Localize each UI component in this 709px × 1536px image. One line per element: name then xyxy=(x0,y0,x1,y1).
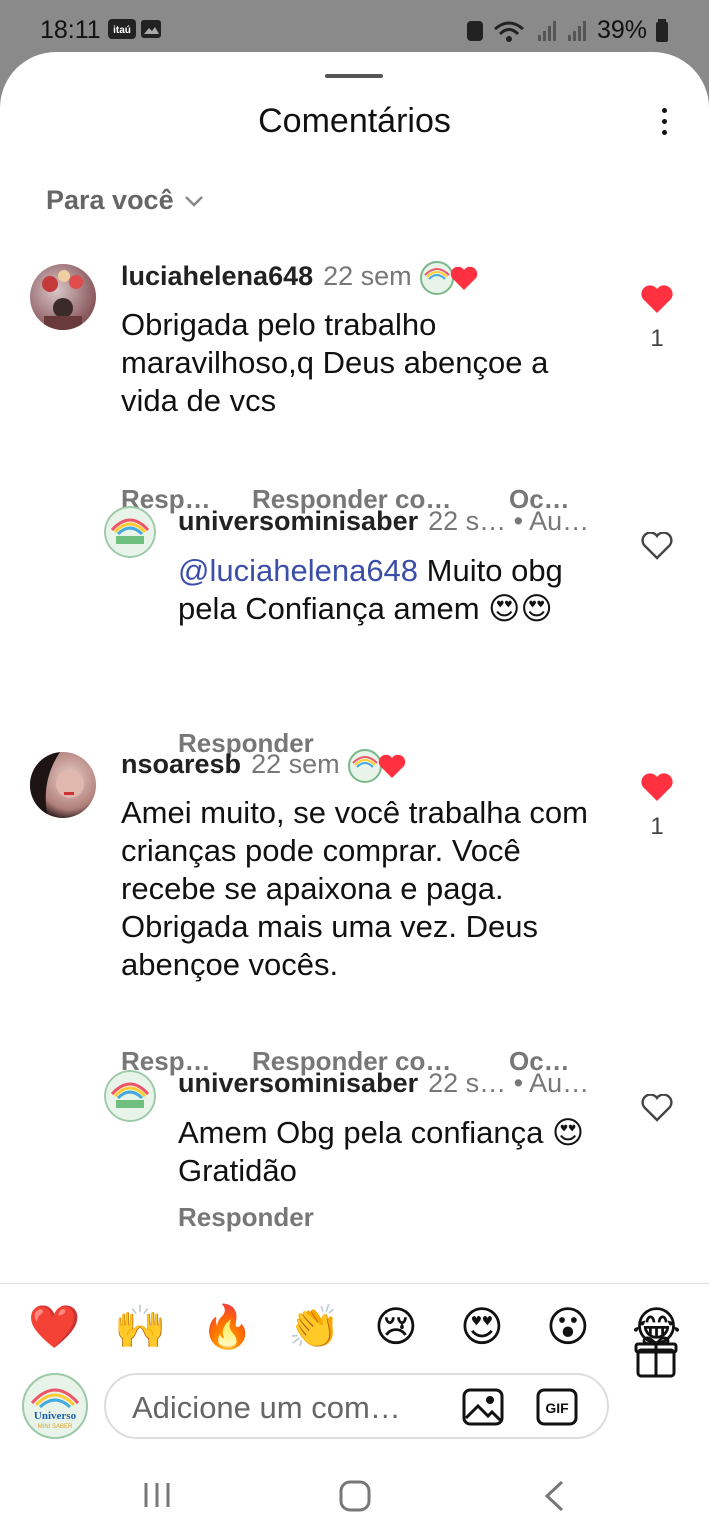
heart-filled-icon xyxy=(641,773,673,801)
comments-sheet: Comentários Para você luciahelena648 22 … xyxy=(0,52,709,1536)
like-count: 1 xyxy=(650,325,664,352)
composer-divider xyxy=(0,1283,709,1284)
comment-item: nsoaresb 22 sem Amei muito, se você trab… xyxy=(0,742,709,1076)
heart-filled-icon xyxy=(641,285,673,313)
sort-label: Para você xyxy=(46,185,174,215)
more-options-icon[interactable] xyxy=(656,106,672,138)
avatar[interactable] xyxy=(30,752,96,818)
bank-app-icon: itaú xyxy=(108,19,136,39)
comment-input[interactable]: Adicione um com… GIF xyxy=(104,1373,609,1439)
battery-icon xyxy=(656,18,668,42)
comment-header: luciahelena648 22 sem xyxy=(121,260,477,295)
timestamp-author: 22 s… • Au… xyxy=(428,1068,590,1098)
emoji-clapping[interactable]: 👏 xyxy=(288,1302,340,1352)
creator-liked-badge xyxy=(347,748,405,783)
like-count: 1 xyxy=(650,813,664,840)
home-icon[interactable] xyxy=(339,1480,371,1512)
like-button[interactable]: 1 xyxy=(636,284,678,353)
battery-percent: 39% xyxy=(596,16,647,44)
chevron-down-icon xyxy=(184,195,203,207)
avatar[interactable] xyxy=(104,1070,156,1122)
username[interactable]: universominisaber xyxy=(178,1068,418,1099)
creator-liked-badge xyxy=(419,260,477,295)
status-bar: 18:11 itaú 39% xyxy=(0,0,709,56)
sort-dropdown[interactable]: Para você xyxy=(46,185,204,216)
emoji-fire[interactable]: 🔥 xyxy=(201,1302,253,1352)
emoji-raising-hands[interactable]: 🙌 xyxy=(114,1302,166,1352)
like-button[interactable] xyxy=(640,531,674,565)
signal-icon-1 xyxy=(537,20,556,41)
timestamp: 22 sem xyxy=(251,748,340,779)
emoji-crying[interactable]: 😢 xyxy=(374,1302,418,1352)
comment-text: Amei muito, se você trabalha com criança… xyxy=(121,795,588,982)
emoji-quick-bar: ❤️ 🙌 🔥 👏 😢 😍 😮 😂 xyxy=(0,1302,709,1358)
comment-text: Amem Obg pela confiança 😍Gratidão xyxy=(178,1115,585,1188)
avatar[interactable] xyxy=(30,264,96,330)
heart-outline-icon xyxy=(641,531,673,560)
username[interactable]: luciahelena648 xyxy=(121,261,313,292)
comment-input-placeholder: Adicione um com… xyxy=(132,1390,401,1425)
reply-button[interactable]: Responder xyxy=(178,1202,314,1233)
carrier-badge: itaú xyxy=(113,25,131,36)
recent-apps-icon[interactable] xyxy=(142,1480,172,1510)
avatar[interactable] xyxy=(104,506,156,558)
emoji-heart-eyes[interactable]: 😍 xyxy=(460,1302,504,1352)
data-saver-icon xyxy=(466,20,483,41)
system-nav-bar xyxy=(0,1456,709,1536)
status-time: 18:11 xyxy=(40,16,101,44)
image-icon[interactable] xyxy=(462,1388,504,1426)
comment-text: Obrigada pelo trabalho maravilhoso,q Deu… xyxy=(121,307,549,418)
comment-header: universominisaber 22 s… • Au… xyxy=(178,506,589,537)
emoji-heart[interactable]: ❤️ xyxy=(28,1302,80,1352)
avatar-brand-text: Universo xyxy=(34,1410,77,1422)
comment-text: @luciahelena648 Muito obg pela Confiança… xyxy=(178,552,598,628)
signal-icon-2 xyxy=(567,20,586,41)
mention-link[interactable]: @luciahelena648 xyxy=(178,553,418,588)
comment-header: universominisaber 22 s… • Au… xyxy=(178,1068,589,1099)
drag-handle[interactable] xyxy=(325,74,383,78)
gift-icon[interactable] xyxy=(634,1334,678,1378)
username[interactable]: universominisaber xyxy=(178,506,418,537)
gallery-notification-icon xyxy=(141,20,161,38)
back-icon[interactable] xyxy=(542,1480,566,1512)
comment-header: nsoaresb 22 sem xyxy=(121,748,405,783)
gif-label: GIF xyxy=(545,1400,569,1416)
timestamp-author: 22 s… • Au… xyxy=(428,506,590,536)
like-button[interactable]: 1 xyxy=(636,772,678,841)
avatar-brand-subtext: MINI SABER xyxy=(38,1424,73,1430)
timestamp: 22 sem xyxy=(323,260,412,291)
heart-outline-icon xyxy=(641,1093,673,1122)
sheet-title: Comentários xyxy=(258,102,451,140)
gif-icon[interactable]: GIF xyxy=(536,1388,578,1426)
my-avatar: Universo MINI SABER xyxy=(22,1373,88,1439)
comment-item: luciahelena648 22 sem Obrigada pelo trab… xyxy=(0,252,709,514)
emoji-surprised[interactable]: 😮 xyxy=(546,1302,590,1352)
wifi-icon xyxy=(493,21,524,42)
username[interactable]: nsoaresb xyxy=(121,749,241,780)
reply-item: universominisaber 22 s… • Au… @luciahele… xyxy=(0,504,709,758)
like-button[interactable] xyxy=(640,1093,674,1127)
reply-item: universominisaber 22 s… • Au… Amem Obg p… xyxy=(0,1066,709,1236)
